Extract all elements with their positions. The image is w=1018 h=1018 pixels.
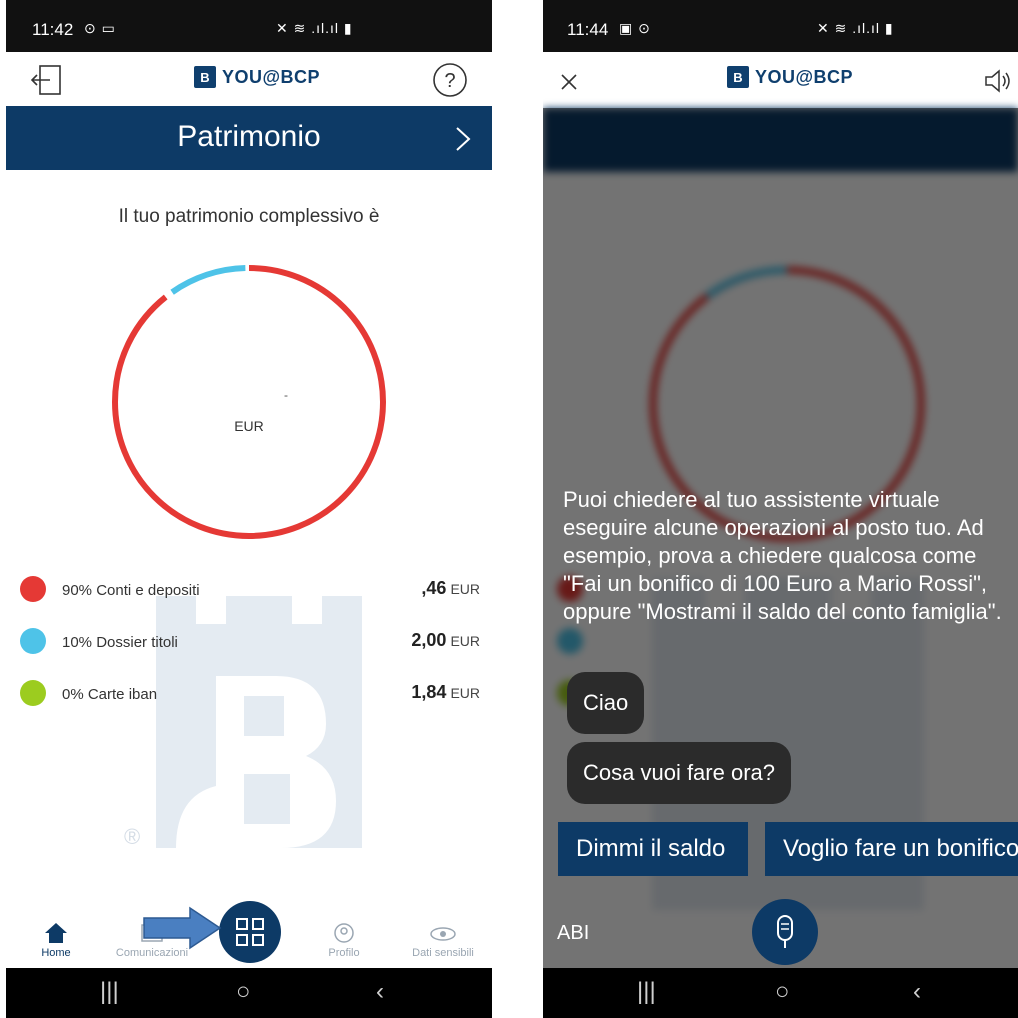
legend-amount: 1,84 EUR (411, 682, 480, 702)
total-heading: Il tuo patrimonio complessivo è (118, 206, 380, 227)
allocation-donut-chart (112, 265, 386, 539)
nav-dati-sensibili[interactable]: Dati sensibili (404, 922, 482, 959)
text-cursor-icon: I (583, 922, 590, 944)
back-chevron-icon[interactable]: ‹ (376, 978, 384, 1006)
donut-value-masked: - (284, 388, 288, 402)
brand-logo: B YOU@BCP (194, 66, 320, 88)
donut-segment-dossier (112, 265, 386, 539)
home-icon (45, 923, 67, 943)
brand-name: YOU@BCP (222, 66, 321, 87)
chat-bubble-prompt: Cosa vuoi fare ora? (567, 742, 791, 804)
brand-name: YOU@BCP (755, 66, 854, 87)
chat-bubble-ciao: Ciao (567, 672, 645, 734)
donut-currency: EUR (234, 418, 264, 434)
status-time: 11:42 (32, 20, 74, 39)
section-header[interactable]: Patrimonio (6, 106, 492, 170)
nav-dati-sensibili-label: Dati sensibili (412, 947, 474, 959)
legend-label: 0% Carte iban (62, 686, 158, 703)
legend-item-carte[interactable]: 0% Carte iban 1,84 EUR (20, 680, 480, 710)
legend-dot-green (20, 680, 46, 706)
annotation-arrow-icon (143, 906, 222, 950)
legend-item-dossier[interactable]: 10% Dossier titoli 2,00 EUR (20, 628, 480, 658)
left-phone-screen: 11:42 ⊙ ▭ ✕ ≋ .ıl.ıl ▮ B YOU@BCP ? Patri… (6, 0, 492, 1018)
registered-mark: ® (124, 824, 141, 849)
keyboard-toggle[interactable]: ABI (557, 922, 589, 945)
assistant-intro-text: Puoi chiedere al tuo assistente virtuale… (563, 487, 1002, 624)
home-circle-icon[interactable]: ○ (775, 978, 790, 1006)
system-nav-bar: ||| ○ ‹ (543, 968, 1018, 1018)
exit-icon[interactable] (30, 64, 64, 96)
suggestion-dimmi-il-saldo[interactable]: Dimmi il saldo (558, 822, 748, 876)
castle-logo-icon: B (727, 66, 749, 88)
close-icon[interactable] (559, 72, 579, 92)
brand-logo: B YOU@BCP (727, 66, 853, 88)
menu-grid-fab[interactable] (218, 900, 282, 964)
status-time: 11:44 (567, 20, 609, 39)
legend-item-conti[interactable]: 90% Conti e depositi ,46 EUR (20, 576, 480, 606)
system-nav-bar: ||| ○ ‹ (6, 968, 492, 1018)
nav-home-label: Home (41, 947, 71, 959)
nav-profilo-label: Profilo (328, 947, 360, 959)
legend-amount: 2,00 EUR (411, 630, 480, 650)
right-phone-screen: 11:44 ▣ ⊙ ✕ ≋ .ıl.ıl ▮ B YOU@BCP Puoi ch… (543, 0, 1018, 1018)
nav-home[interactable]: Home (28, 922, 84, 959)
castle-logo-icon: B (194, 66, 216, 88)
svg-text:?: ? (444, 70, 455, 92)
status-icons: ▣ ⊙ (619, 20, 651, 36)
profile-icon (334, 923, 354, 943)
legend-amount: ,46 EUR (421, 578, 480, 598)
back-chevron-icon[interactable]: ‹ (913, 978, 921, 1006)
legend-dot-cyan (20, 628, 46, 654)
legend-dot-red (20, 576, 46, 602)
app-bar: B YOU@BCP (543, 52, 1018, 108)
app-bar: B YOU@BCP ? (6, 52, 492, 108)
eye-icon (430, 927, 456, 941)
status-icons: ⊙ ▭ (84, 20, 116, 36)
status-bar: 11:42 ⊙ ▭ ✕ ≋ .ıl.ıl ▮ (6, 0, 492, 52)
legend-label: 10% Dossier titoli (62, 634, 178, 651)
donut-segment-conti (112, 265, 386, 539)
microphone-button[interactable] (751, 898, 819, 966)
home-circle-icon[interactable]: ○ (236, 978, 251, 1006)
suggestion-bonifico[interactable]: Voglio fare un bonifico (765, 822, 1018, 876)
chevron-right-icon[interactable] (454, 126, 472, 152)
section-title: Patrimonio (177, 120, 321, 153)
help-icon[interactable]: ? (432, 62, 468, 98)
status-system-icons: ✕ ≋ .ıl.ıl ▮ (276, 20, 353, 36)
recent-apps-icon[interactable]: ||| (100, 978, 119, 1006)
status-bar: 11:44 ▣ ⊙ ✕ ≋ .ıl.ıl ▮ (543, 0, 1018, 52)
legend-label: 90% Conti e depositi (62, 582, 200, 599)
nav-profilo[interactable]: Profilo (316, 922, 372, 959)
recent-apps-icon[interactable]: ||| (637, 978, 656, 1006)
speaker-icon[interactable] (983, 68, 1013, 94)
status-system-icons: ✕ ≋ .ıl.ıl ▮ (817, 20, 894, 36)
